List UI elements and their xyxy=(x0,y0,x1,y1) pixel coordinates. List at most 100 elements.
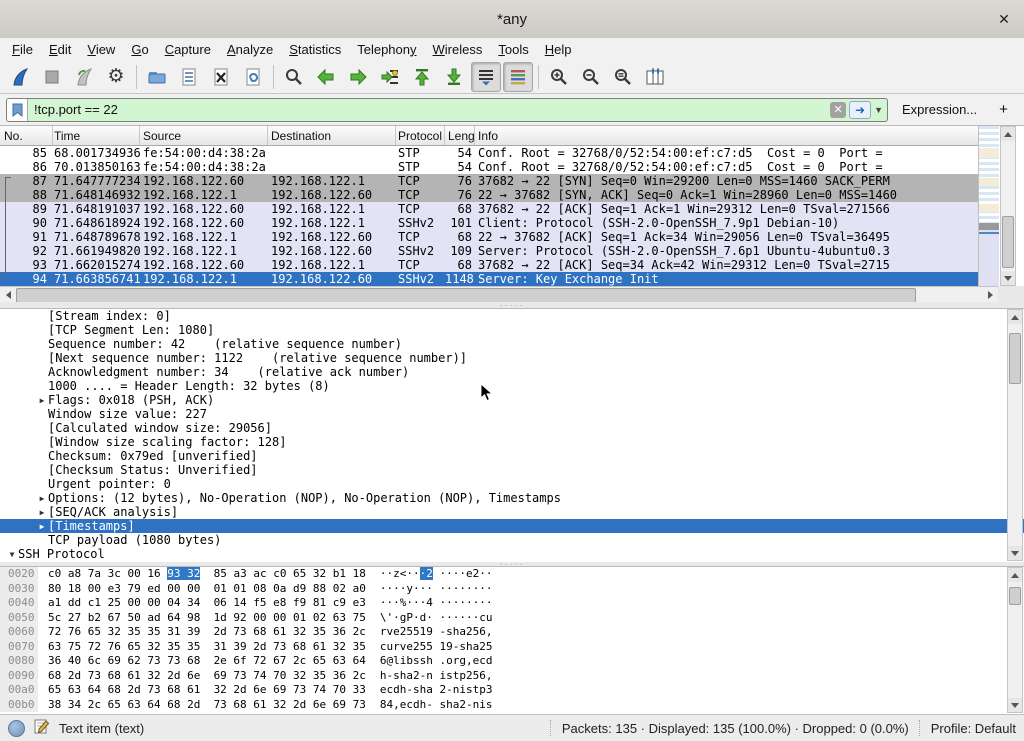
auto-scroll-toggle[interactable] xyxy=(471,62,501,92)
zoom-reset-button[interactable] xyxy=(608,62,638,92)
go-last-button[interactable] xyxy=(439,62,469,92)
colorize-toggle[interactable] xyxy=(503,62,533,92)
menu-edit[interactable]: Edit xyxy=(41,40,79,59)
hex-row[interactable]: 009068 2d 73 68 61 32 2d 6e 69 73 74 70 … xyxy=(0,669,1024,684)
zoom-out-button[interactable] xyxy=(576,62,606,92)
detail-line[interactable]: [Window size scaling factor: 128] xyxy=(0,435,1024,449)
detail-line[interactable]: 1000 .... = Header Length: 32 bytes (8) xyxy=(0,379,1024,393)
packet-row[interactable]: 8871.648146932192.168.122.1192.168.122.6… xyxy=(0,188,978,202)
hex-row[interactable]: 00a065 63 64 68 2d 73 68 61 32 2d 6e 69 … xyxy=(0,683,1024,698)
go-forward-button[interactable] xyxy=(343,62,373,92)
column-header-protocol[interactable]: Protocol xyxy=(396,126,445,145)
filter-clear-icon[interactable]: ✕ xyxy=(830,102,846,118)
scroll-up-icon[interactable] xyxy=(1008,568,1022,582)
detail-line[interactable]: [Stream index: 0] xyxy=(0,309,1024,323)
column-header-source[interactable]: Source xyxy=(140,126,268,145)
display-filter-input[interactable]: !tcp.port == 22 xyxy=(28,102,830,117)
go-first-button[interactable] xyxy=(407,62,437,92)
expander-closed-icon[interactable]: ▶ xyxy=(36,394,48,408)
packet-row[interactable]: 9371.662015274192.168.122.60192.168.122.… xyxy=(0,258,978,272)
scroll-right-icon[interactable] xyxy=(982,288,998,302)
menu-view[interactable]: View xyxy=(79,40,123,59)
menu-help[interactable]: Help xyxy=(537,40,580,59)
menu-statistics[interactable]: Statistics xyxy=(281,40,349,59)
capture-options-button[interactable]: ⚙ xyxy=(101,62,131,92)
detail-line[interactable]: ▶Options: (12 bytes), No-Operation (NOP)… xyxy=(0,491,1024,505)
detail-line[interactable]: [Checksum Status: Unverified] xyxy=(0,463,1024,477)
detail-line[interactable]: [Next sequence number: 1122 (relative se… xyxy=(0,351,1024,365)
column-header-length[interactable]: Length xyxy=(445,126,475,145)
column-header-destination[interactable]: Destination xyxy=(268,126,396,145)
column-header-info[interactable]: Info xyxy=(475,126,978,145)
scroll-down-icon[interactable] xyxy=(1008,698,1022,712)
expander-closed-icon[interactable]: ▶ xyxy=(36,506,48,520)
packet-list-hscrollbar[interactable] xyxy=(0,286,998,303)
menu-capture[interactable]: Capture xyxy=(157,40,219,59)
detail-line[interactable]: Checksum: 0x79ed [unverified] xyxy=(0,449,1024,463)
menu-wireless[interactable]: Wireless xyxy=(425,40,491,59)
packet-row[interactable]: 9271.661949820192.168.122.1192.168.122.6… xyxy=(0,244,978,258)
packet-row[interactable]: 9471.663856741192.168.122.1192.168.122.6… xyxy=(0,272,978,286)
bytes-vscrollbar[interactable] xyxy=(1007,567,1023,713)
go-back-button[interactable] xyxy=(311,62,341,92)
menu-go[interactable]: Go xyxy=(123,40,156,59)
detail-line[interactable]: Acknowledgment number: 34 (relative ack … xyxy=(0,365,1024,379)
detail-line[interactable]: Window size value: 227 xyxy=(0,407,1024,421)
packet-row[interactable]: 8568.001734936fe:54:00:d4:38:2aSTP54Conf… xyxy=(0,146,978,160)
expert-info-icon[interactable] xyxy=(8,720,25,737)
packet-list-vscrollbar[interactable] xyxy=(1000,126,1016,286)
zoom-in-button[interactable] xyxy=(544,62,574,92)
detail-line[interactable]: [TCP Segment Len: 1080] xyxy=(0,323,1024,337)
scroll-up-icon[interactable] xyxy=(1008,310,1022,324)
filter-dropdown-caret-icon[interactable]: ▼ xyxy=(873,105,887,115)
scroll-up-icon[interactable] xyxy=(1001,127,1015,141)
stop-capture-button[interactable] xyxy=(37,62,67,92)
go-to-packet-button[interactable] xyxy=(375,62,405,92)
expression-button[interactable]: Expression... xyxy=(902,102,977,117)
hex-row[interactable]: 003080 18 00 e3 79 ed 00 00 01 01 08 0a … xyxy=(0,582,1024,597)
add-filter-button[interactable]: + xyxy=(999,101,1008,118)
filter-bookmark-icon[interactable] xyxy=(7,99,28,121)
hex-row[interactable]: 006072 76 65 32 35 35 31 39 2d 73 68 61 … xyxy=(0,625,1024,640)
capture-comment-icon[interactable] xyxy=(33,718,49,739)
packet-row[interactable]: 8670.013850163fe:54:00:d4:38:2aSTP54Conf… xyxy=(0,160,978,174)
close-icon[interactable]: ✕ xyxy=(994,9,1014,29)
detail-line[interactable]: ▶[SEQ/ACK analysis] xyxy=(0,505,1024,519)
open-file-button[interactable] xyxy=(142,62,172,92)
menu-analyze[interactable]: Analyze xyxy=(219,40,281,59)
column-header-time[interactable]: Time xyxy=(53,126,140,145)
detail-line[interactable]: TCP payload (1080 bytes) xyxy=(0,533,1024,547)
details-vscrollbar[interactable] xyxy=(1007,309,1023,561)
close-file-button[interactable] xyxy=(206,62,236,92)
menu-tools[interactable]: Tools xyxy=(490,40,536,59)
hex-row[interactable]: 0040a1 dd c1 25 00 00 04 34 06 14 f5 e8 … xyxy=(0,596,1024,611)
find-packet-button[interactable] xyxy=(279,62,309,92)
expander-open-icon[interactable]: ▼ xyxy=(6,548,18,562)
hex-row[interactable]: 008036 40 6c 69 62 73 73 68 2e 6f 72 67 … xyxy=(0,654,1024,669)
detail-line[interactable]: Urgent pointer: 0 xyxy=(0,477,1024,491)
detail-line[interactable]: [Calculated window size: 29056] xyxy=(0,421,1024,435)
menu-telephony[interactable]: Telephony xyxy=(349,40,424,59)
save-file-button[interactable] xyxy=(174,62,204,92)
detail-line[interactable]: Sequence number: 42 (relative sequence n… xyxy=(0,337,1024,351)
filter-apply-icon[interactable]: ➜ xyxy=(849,101,871,119)
packet-row[interactable]: 8771.647777234192.168.122.60192.168.122.… xyxy=(0,174,978,188)
scroll-left-icon[interactable] xyxy=(0,288,16,302)
menu-file[interactable]: File xyxy=(4,40,41,59)
profile-label[interactable]: Profile: Default xyxy=(931,721,1016,736)
packet-list-minimap[interactable] xyxy=(978,126,999,300)
display-filter-field[interactable]: !tcp.port == 22 ✕ ➜ ▼ xyxy=(6,98,888,122)
packet-row[interactable]: 9171.648789678192.168.122.1192.168.122.6… xyxy=(0,230,978,244)
resize-columns-button[interactable] xyxy=(640,62,670,92)
column-header-no[interactable]: No. xyxy=(0,126,53,145)
hex-row[interactable]: 0020c0 a8 7a 3c 00 16 93 32 85 a3 ac c0 … xyxy=(0,567,1024,582)
hex-row[interactable]: 007063 75 72 76 65 32 35 35 31 39 2d 73 … xyxy=(0,640,1024,655)
hex-row[interactable]: 00b038 34 2c 65 63 64 68 2d 73 68 61 32 … xyxy=(0,698,1024,713)
restart-capture-button[interactable] xyxy=(69,62,99,92)
expander-closed-icon[interactable]: ▶ xyxy=(36,492,48,506)
scroll-down-icon[interactable] xyxy=(1008,546,1022,560)
packet-row[interactable]: 8971.648191037192.168.122.60192.168.122.… xyxy=(0,202,978,216)
packet-row[interactable]: 9071.648618924192.168.122.60192.168.122.… xyxy=(0,216,978,230)
detail-line[interactable]: ▶[Timestamps] xyxy=(0,519,1024,533)
reload-file-button[interactable] xyxy=(238,62,268,92)
